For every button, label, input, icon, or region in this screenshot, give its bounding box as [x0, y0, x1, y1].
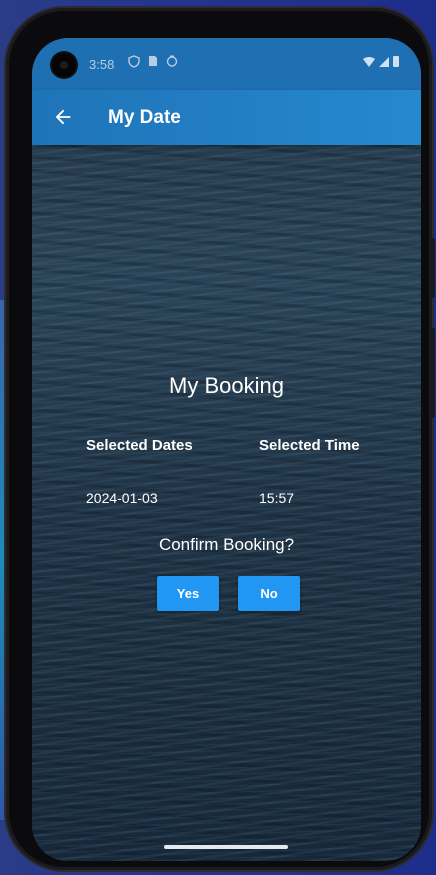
- home-indicator[interactable]: [164, 845, 288, 849]
- yes-button[interactable]: Yes: [157, 576, 219, 611]
- sync-icon: [166, 55, 178, 67]
- arrow-left-icon[interactable]: [52, 106, 74, 128]
- power-button: [431, 328, 435, 418]
- battery-icon: [393, 56, 399, 67]
- signal-icon: [379, 56, 389, 67]
- phone-frame: 3:58 My Date My Booking Selected Dates S…: [6, 8, 435, 870]
- confirm-booking-prompt: Confirm Booking?: [158, 535, 295, 554]
- selected-time-value: 15:57: [259, 490, 295, 506]
- status-bar: 3:58: [32, 38, 421, 90]
- front-camera: [52, 53, 76, 77]
- status-icons-left: [128, 55, 178, 68]
- app-screen: 3:58 My Date My Booking Selected Dates S…: [32, 38, 421, 861]
- booking-panel: My Booking Selected Dates Selected Time …: [32, 145, 421, 861]
- selected-time-label: Selected Time: [259, 437, 360, 454]
- app-bar: My Date: [32, 90, 421, 145]
- status-icons-right: [363, 56, 399, 67]
- selected-dates-label: Selected Dates: [86, 437, 193, 454]
- booking-title: My Booking: [169, 373, 284, 398]
- selected-date-value: 2024-01-03: [86, 490, 158, 506]
- wifi-icon: [363, 56, 375, 67]
- sim-icon: [149, 56, 157, 66]
- volume-button: [431, 238, 435, 298]
- status-time: 3:58: [89, 57, 115, 72]
- page-title: My Date: [108, 107, 181, 128]
- no-button[interactable]: No: [238, 576, 300, 611]
- shield-icon: [128, 55, 140, 68]
